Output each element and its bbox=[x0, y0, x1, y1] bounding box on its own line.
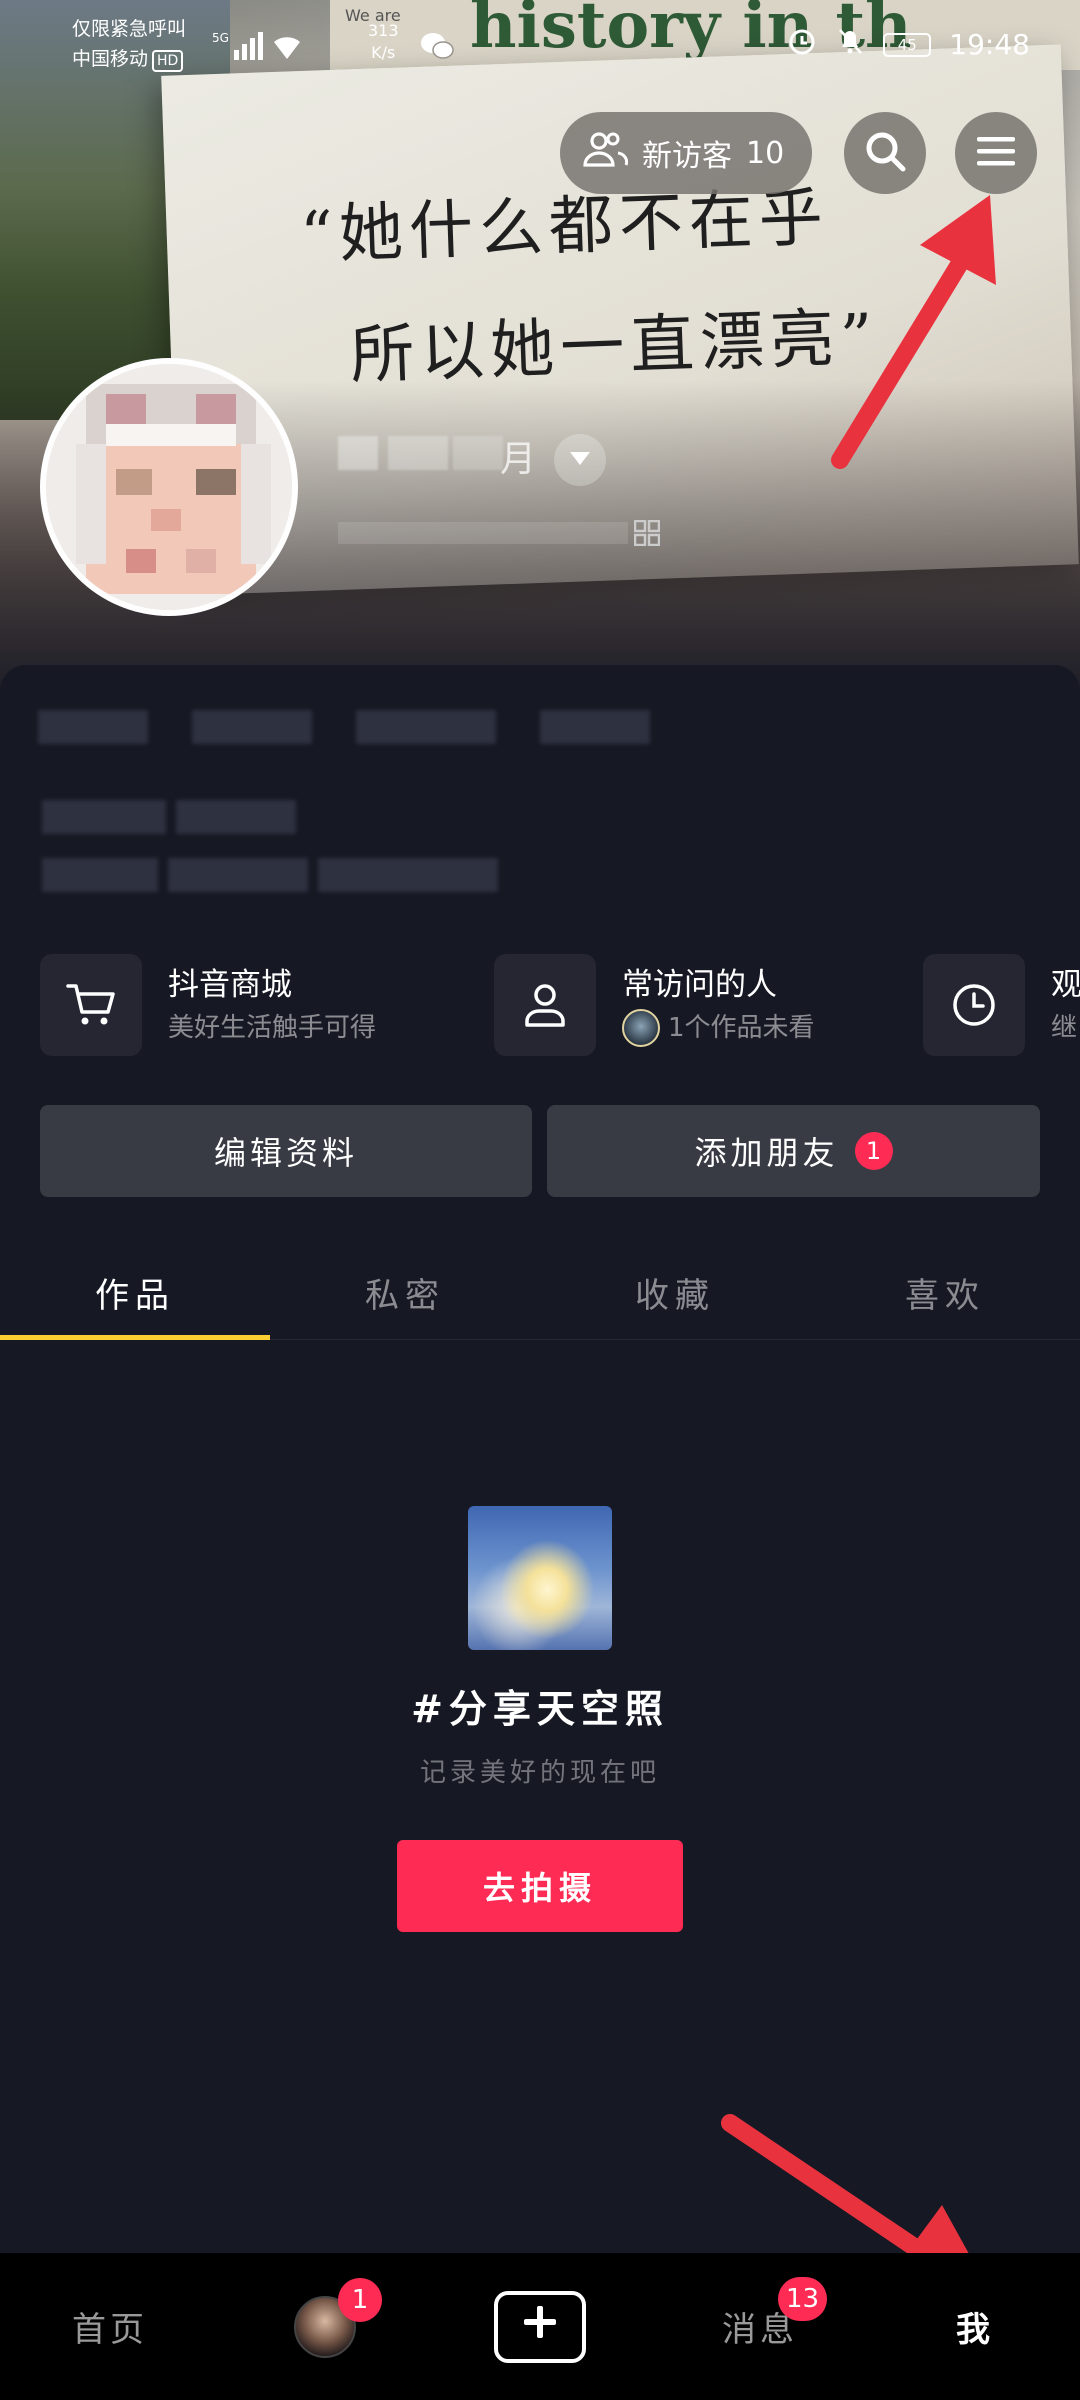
empty-state-subtitle: 记录美好的现在吧 bbox=[419, 1758, 660, 1788]
network-speed: 313 K/s bbox=[368, 20, 399, 64]
shop-entry[interactable]: 抖音商城 美好生活触手可得 bbox=[40, 950, 376, 1060]
hd-badge: HD bbox=[152, 50, 184, 72]
add-friend-badge: 1 bbox=[854, 1132, 893, 1170]
stats-row-blurred bbox=[38, 710, 650, 744]
network-speed-value: 313 bbox=[368, 21, 399, 40]
new-visitors-button[interactable]: 新访客 10 bbox=[560, 112, 812, 194]
tab-likes[interactable]: 喜欢 bbox=[810, 1245, 1080, 1339]
clock-time: 19:48 bbox=[949, 28, 1030, 61]
nav-create[interactable] bbox=[490, 2253, 590, 2400]
hamburger-menu-icon bbox=[977, 135, 1015, 171]
nav-messages[interactable]: 消息 13 bbox=[690, 2253, 830, 2400]
edit-profile-button[interactable]: 编辑资料 bbox=[40, 1105, 532, 1197]
clock-icon bbox=[923, 954, 1025, 1056]
nav-home-label: 首页 bbox=[72, 2310, 148, 2350]
visitors-icon bbox=[582, 129, 629, 177]
profile-panel bbox=[0, 665, 1080, 2253]
visitors-count: 10 bbox=[746, 135, 785, 171]
frequent-visitors-title: 常访问的人 bbox=[622, 967, 777, 1003]
chevron-down-icon bbox=[570, 451, 590, 470]
bottom-navigation: 首页 1 消息 13 我 bbox=[0, 2253, 1080, 2400]
qr-code-icon[interactable] bbox=[633, 519, 661, 550]
search-icon bbox=[863, 129, 907, 177]
bio-line-1-blurred bbox=[42, 800, 296, 834]
person-icon bbox=[494, 954, 596, 1056]
watch-history-title: 观 bbox=[1051, 967, 1080, 1003]
wechat-icon bbox=[420, 32, 454, 66]
menu-button[interactable] bbox=[955, 112, 1037, 194]
plus-icon bbox=[522, 2304, 558, 2349]
visitors-label: 新访客 bbox=[642, 139, 732, 174]
mute-notification-icon bbox=[835, 26, 865, 63]
account-switch-button[interactable] bbox=[554, 434, 606, 486]
status-right: 45 19:48 bbox=[787, 26, 1030, 63]
battery-icon: 45 bbox=[883, 32, 932, 57]
empty-state-title: #分享天空照 bbox=[411, 1687, 669, 1731]
nav-me[interactable]: 我 bbox=[910, 2253, 1040, 2400]
profile-tabs: 作品 私密 收藏 喜欢 bbox=[0, 1245, 1080, 1340]
edit-profile-label: 编辑资料 bbox=[213, 1134, 358, 1172]
nickname-visible-char: 月 bbox=[500, 439, 537, 480]
carrier-info: 仅限紧急呼叫 中国移动 HD bbox=[72, 14, 186, 74]
add-friend-button[interactable]: 添加朋友 1 bbox=[547, 1105, 1040, 1197]
nav-home[interactable]: 首页 bbox=[40, 2253, 180, 2400]
profile-avatar[interactable] bbox=[40, 358, 298, 616]
go-shoot-button[interactable]: 去拍摄 bbox=[397, 1840, 683, 1932]
frequent-visitors-entry[interactable]: 常访问的人 1个作品未看 bbox=[494, 950, 815, 1060]
alarm-icon bbox=[787, 26, 817, 63]
bio-line-2-blurred bbox=[42, 858, 498, 892]
network-speed-unit: K/s bbox=[371, 43, 396, 62]
tab-works[interactable]: 作品 bbox=[0, 1245, 270, 1340]
frequent-visitor-avatar bbox=[622, 1009, 660, 1047]
go-shoot-label: 去拍摄 bbox=[482, 1869, 597, 1907]
shop-entry-title: 抖音商城 bbox=[168, 967, 292, 1003]
watch-history-subtitle: 继 bbox=[1051, 1013, 1078, 1043]
signal-icon: 5G bbox=[212, 28, 302, 67]
add-friend-label: 添加朋友 bbox=[694, 1134, 839, 1172]
sky-photo-thumbnail bbox=[468, 1506, 612, 1650]
messages-badge: 13 bbox=[778, 2277, 828, 2321]
create-button[interactable] bbox=[494, 2290, 586, 2363]
network-type: 5G bbox=[212, 31, 229, 45]
status-bar: 仅限紧急呼叫 中国移动 HD 5G 313 K/s 45 19:48 bbox=[0, 0, 1080, 90]
shop-entry-subtitle: 美好生活触手可得 bbox=[168, 1013, 377, 1043]
annotation-arrow-menu bbox=[831, 195, 996, 469]
search-button[interactable] bbox=[844, 112, 926, 194]
tab-favorites[interactable]: 收藏 bbox=[540, 1245, 810, 1339]
emergency-call-text: 仅限紧急呼叫 bbox=[72, 18, 187, 40]
nav-me-label: 我 bbox=[956, 2310, 994, 2350]
tab-private[interactable]: 私密 bbox=[270, 1245, 540, 1339]
watch-history-entry[interactable]: 观 继 bbox=[923, 950, 1080, 1060]
carrier-name: 中国移动 bbox=[72, 48, 149, 70]
frequent-visitors-subtitle: 1个作品未看 bbox=[668, 1013, 815, 1043]
friends-badge: 1 bbox=[338, 2278, 382, 2322]
cart-icon bbox=[40, 954, 142, 1056]
user-id-blurred bbox=[338, 516, 628, 554]
nav-friends[interactable]: 1 bbox=[270, 2253, 382, 2400]
